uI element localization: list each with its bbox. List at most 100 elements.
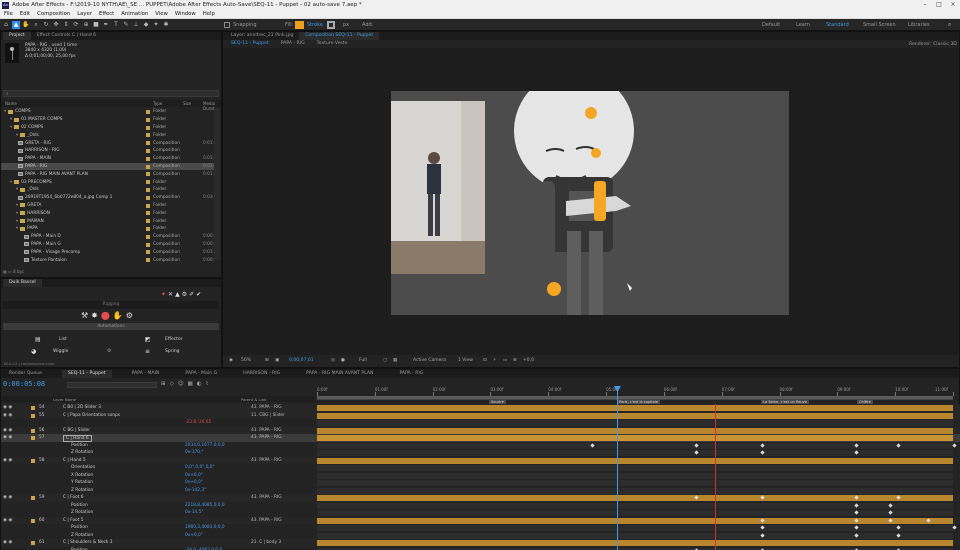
label-color-swatch[interactable] [146, 148, 150, 153]
project-item[interactable]: ▾ MAMAN Folder [1, 217, 214, 225]
expand-arrow-icon[interactable]: ▾ [16, 219, 18, 224]
grid-icon[interactable]: ⊞ [265, 358, 269, 363]
timeline-tab[interactable]: PAPA - MAIN [126, 370, 166, 378]
menu-animation[interactable]: Animation [121, 11, 148, 17]
property-value[interactable]: 0,0°,0,0°,0,0° [185, 465, 215, 470]
layer-name[interactable]: Orientation [71, 465, 95, 470]
label-color-swatch[interactable] [146, 234, 150, 239]
work-area-bar[interactable] [317, 396, 953, 399]
duik-logo-icon[interactable]: ✦ [161, 291, 168, 298]
timeline-tab[interactable]: HARRISON - RIG [237, 370, 286, 378]
workspace-default[interactable]: Default [762, 22, 780, 28]
pan-behind-tool-icon[interactable]: ⊕ [82, 21, 90, 29]
menu-window[interactable]: Window [175, 11, 196, 17]
visibility-switch-icon[interactable]: ◉ ◉ [3, 428, 12, 433]
expand-arrow-icon[interactable]: ▾ [16, 133, 18, 138]
property-value[interactable]: 1960,3,4083,0,0,0 [185, 525, 225, 530]
property-row[interactable]: Z Rotation 0x-170,* [1, 449, 960, 457]
layer-name[interactable]: X Rotation [71, 473, 93, 478]
region-of-interest-icon[interactable]: ▢ [383, 358, 387, 363]
project-item[interactable]: ▾ _Olds Folder [1, 131, 214, 139]
property-row[interactable]: Y Rotation 0x+0,0° [1, 479, 960, 487]
expand-arrow-icon[interactable]: ▾ [16, 226, 18, 231]
tab-layer[interactable]: Layer: annitrec_21 Pink.jpg [225, 32, 299, 40]
timeline-tab[interactable]: PAPA - RIG [393, 370, 429, 378]
project-item[interactable]: ▾ 02 COMPS Folder [1, 124, 214, 132]
layer-label-color[interactable] [31, 496, 35, 500]
project-item[interactable]: HARRISON - RIG Composition [1, 147, 214, 155]
selection-tool-icon[interactable]: ▲ [12, 21, 20, 29]
layer-row[interactable]: ◉ ◉ 59 C | Foot 6 43. PAPA - RIG [1, 494, 960, 502]
exposure-value[interactable]: +0,0 [523, 358, 534, 363]
layer-name[interactable]: C | Foot 5 [63, 518, 84, 523]
property-value[interactable]: 0x-14,5° [185, 510, 204, 515]
zoom-dropdown[interactable]: 50% [241, 358, 251, 363]
layer-name[interactable]: C | Shoulders & Neck 3 [63, 540, 112, 545]
camera-dropdown[interactable]: Active Camera [413, 358, 446, 363]
visibility-switch-icon[interactable]: ◉ ◉ [3, 435, 12, 440]
visibility-switch-icon[interactable]: ◉ ◉ [3, 413, 12, 418]
expand-arrow-icon[interactable]: ▾ [10, 117, 12, 122]
property-value[interactable]: 0x+0,0° [185, 533, 203, 538]
spring-icon[interactable]: ≡ [145, 348, 150, 355]
menu-effect[interactable]: Effect [99, 11, 114, 17]
visibility-switch-icon[interactable]: ◉ ◉ [3, 518, 12, 523]
type-tool-icon[interactable]: T [112, 21, 120, 29]
hand-tool-icon[interactable]: ✋ [22, 21, 30, 29]
property-row[interactable]: Orientation 0,0°,0,0°,0,0° [1, 464, 960, 472]
layer-name[interactable]: Y Rotation [71, 480, 93, 485]
layer-name[interactable]: C B0 | 2D Slider 3 [63, 405, 101, 410]
tab-project[interactable]: Project [3, 32, 31, 40]
property-value[interactable]: 0x-170,* [185, 450, 204, 455]
project-item[interactable]: PAPA - MAIN Composition 0:01:0 [1, 155, 217, 163]
property-value[interactable]: -23.8,-26.65 [185, 420, 211, 425]
automations-section[interactable]: Automations [3, 323, 219, 330]
timeline-search-input[interactable] [67, 382, 157, 388]
layer-name[interactable]: Z Rotation [71, 533, 93, 538]
link-icon[interactable]: ⚙ [126, 311, 136, 320]
column-size[interactable]: Size [183, 101, 191, 106]
subtab-texture-veste[interactable]: Texture Veste [311, 40, 354, 48]
layer-label-color[interactable] [31, 436, 35, 440]
tab-duik-bassel[interactable]: Duik Bassel [3, 279, 42, 287]
layer-row[interactable]: ◉ ◉ 56 C BG | Slider 43. PAPA - RIG [1, 426, 960, 434]
wiggle-settings-icon[interactable]: ⚙ [107, 348, 111, 354]
current-time[interactable]: 0:00:05:08 [3, 380, 45, 388]
auto-rig-icon[interactable]: ⚒ [81, 311, 91, 320]
frame-blending-icon[interactable]: ▦ [188, 381, 197, 387]
label-color-swatch[interactable] [146, 172, 150, 177]
effector-icon[interactable]: ◩ [145, 336, 151, 343]
dolly-tool-icon[interactable]: ⇕ [62, 21, 70, 29]
flowchart-icon[interactable]: ⊕ [513, 358, 517, 363]
duik-settings-icon[interactable]: ⚙ [182, 291, 189, 298]
effector-button[interactable]: Effector [165, 337, 183, 342]
roto-tool-icon[interactable]: ✦ [152, 21, 160, 29]
graph-editor-icon[interactable]: ⌇ [206, 381, 213, 387]
rotation-tool-icon[interactable]: ⟳ [72, 21, 80, 29]
layer-name[interactable]: C BG | Slider [63, 428, 90, 433]
project-item[interactable]: PAPA - Main G Composition 0:00: [1, 241, 214, 249]
timeline-tab[interactable]: PAPA - Main G [179, 370, 223, 378]
timeline-tab[interactable]: SEQ-11 - Puppet [61, 369, 112, 378]
minimize-button[interactable]: – [918, 0, 932, 10]
camera-snapshot-icon[interactable]: ◎ [331, 358, 335, 363]
fill-swatch[interactable] [295, 21, 304, 29]
close-button[interactable]: × [946, 0, 960, 10]
transparency-grid-icon[interactable]: ▦ [393, 358, 397, 363]
layer-name[interactable]: Z Rotation [71, 488, 93, 493]
project-item[interactable]: GRETA - RIG Composition 0:01:0 [1, 139, 217, 147]
project-item[interactable]: Texture Pantalon Composition 0:00: [1, 256, 214, 264]
layer-duration-bar[interactable] [317, 540, 953, 546]
expand-arrow-icon[interactable]: ▾ [4, 109, 6, 114]
duik-tool-icon[interactable]: ✕ [168, 291, 175, 298]
layer-row[interactable]: ◉ ◉ 54 C B0 | 2D Slider 3 43. PAPA - RIG [1, 404, 960, 412]
visibility-switch-icon[interactable]: ◉ ◉ [3, 540, 12, 545]
layer-name[interactable]: C | Foot 6 [63, 495, 84, 500]
workspace-standard[interactable]: Standard [826, 22, 849, 28]
project-search-input[interactable]: ⌕ [3, 90, 219, 97]
bone-icon[interactable]: ✸ [91, 311, 101, 320]
parent-link-dropdown[interactable]: 11. CBG | Slider [251, 413, 285, 418]
keyframe-icon[interactable] [952, 525, 957, 530]
layer-label-color[interactable] [31, 413, 35, 418]
property-row[interactable]: X Rotation 0x+0,0° [1, 471, 960, 479]
